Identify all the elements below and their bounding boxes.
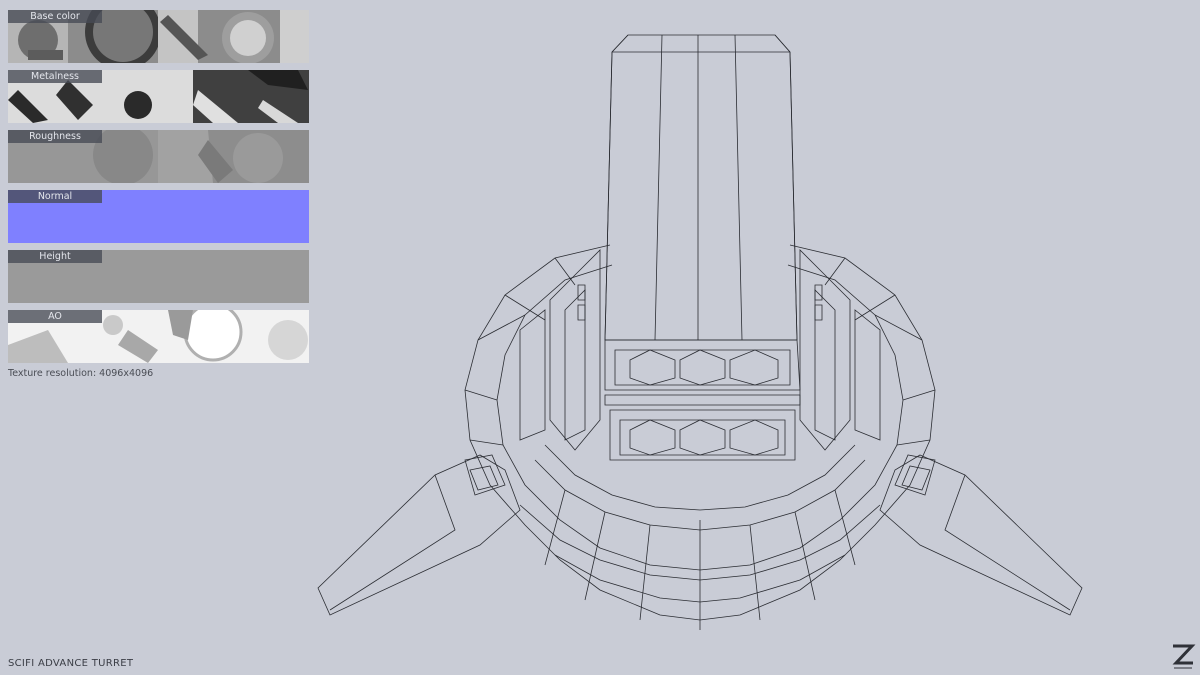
texture-resolution: Texture resolution: 4096x4096 <box>8 368 154 379</box>
texture-metalness[interactable]: Metalness <box>8 70 309 123</box>
model-title: SCIFI ADVANCE TURRET <box>8 658 134 669</box>
texture-panel: Base color Metalness Roughness Normal He… <box>8 10 309 370</box>
wireframe-viewport[interactable] <box>315 30 1090 635</box>
texture-ao[interactable]: AO <box>8 310 309 363</box>
texture-label: Metalness <box>8 70 102 83</box>
z-logo-icon <box>1170 643 1196 671</box>
texture-height[interactable]: Height <box>8 250 309 303</box>
texture-label: Height <box>8 250 102 263</box>
texture-label: Base color <box>8 10 102 23</box>
texture-label: Roughness <box>8 130 102 143</box>
texture-normal[interactable]: Normal <box>8 190 309 243</box>
texture-roughness[interactable]: Roughness <box>8 130 309 183</box>
texture-base-color[interactable]: Base color <box>8 10 309 63</box>
texture-label: Normal <box>8 190 102 203</box>
turret-wireframe <box>317 34 1083 630</box>
texture-label: AO <box>8 310 102 323</box>
